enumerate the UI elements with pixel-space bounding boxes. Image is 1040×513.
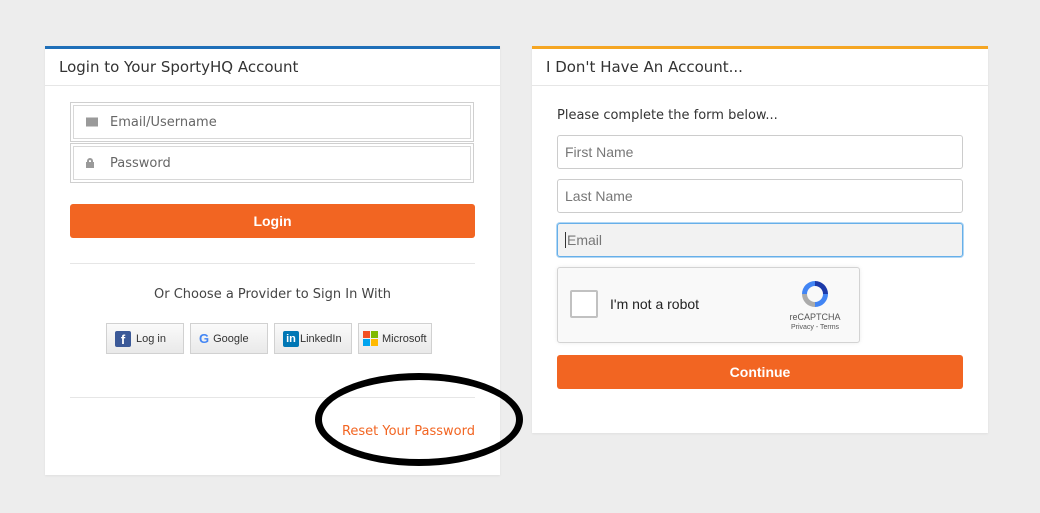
email-username-field[interactable]: Email/Username	[70, 102, 474, 142]
facebook-login-label: Log in	[136, 332, 166, 345]
first-name-field[interactable]: First Name	[557, 135, 963, 169]
login-button[interactable]: Login	[70, 204, 475, 238]
form-intro-text: Please complete the form below...	[557, 108, 778, 123]
lock-icon	[86, 158, 94, 168]
facebook-login-button[interactable]: f Log in	[106, 323, 184, 354]
divider	[70, 263, 475, 264]
email-field[interactable]: Email	[557, 223, 963, 257]
email-username-placeholder: Email/Username	[110, 114, 217, 130]
recaptcha-icon	[802, 281, 828, 307]
google-icon: G	[199, 331, 210, 346]
recaptcha-label: I'm not a robot	[610, 296, 700, 312]
recaptcha-checkbox[interactable]	[570, 290, 598, 318]
provider-buttons: f Log in G Google in LinkedIn Microsoft	[106, 323, 432, 354]
register-panel: I Don't Have An Account... Please comple…	[532, 46, 988, 433]
recaptcha-logo: reCAPTCHA Privacy - Terms	[783, 278, 847, 331]
recaptcha-privacy-terms[interactable]: Privacy - Terms	[783, 324, 847, 331]
first-name-placeholder: First Name	[565, 144, 634, 160]
envelope-icon	[86, 117, 98, 127]
email-placeholder: Email	[567, 232, 603, 248]
register-panel-title: I Don't Have An Account...	[532, 49, 988, 86]
linkedin-login-label: LinkedIn	[300, 332, 342, 345]
provider-prompt: Or Choose a Provider to Sign In With	[154, 287, 391, 302]
linkedin-icon: in	[283, 330, 299, 347]
linkedin-login-button[interactable]: in LinkedIn	[274, 323, 352, 354]
recaptcha-widget: I'm not a robot reCAPTCHA Privacy - Term…	[557, 267, 860, 343]
recaptcha-brand: reCAPTCHA	[789, 312, 841, 322]
last-name-placeholder: Last Name	[565, 188, 633, 204]
continue-button[interactable]: Continue	[557, 355, 963, 389]
microsoft-login-button[interactable]: Microsoft	[358, 323, 432, 354]
microsoft-login-label: Microsoft	[382, 332, 427, 345]
highlight-ellipse	[315, 373, 523, 466]
login-panel-title: Login to Your SportyHQ Account	[45, 49, 500, 86]
password-placeholder: Password	[110, 155, 171, 171]
microsoft-icon	[363, 331, 378, 346]
facebook-icon: f	[115, 330, 131, 347]
last-name-field[interactable]: Last Name	[557, 179, 963, 213]
google-login-label: Google	[213, 332, 249, 345]
text-caret	[565, 232, 566, 248]
password-field[interactable]: Password	[70, 143, 474, 183]
google-login-button[interactable]: G Google	[190, 323, 268, 354]
login-panel: Login to Your SportyHQ Account Email/Use…	[45, 46, 523, 475]
